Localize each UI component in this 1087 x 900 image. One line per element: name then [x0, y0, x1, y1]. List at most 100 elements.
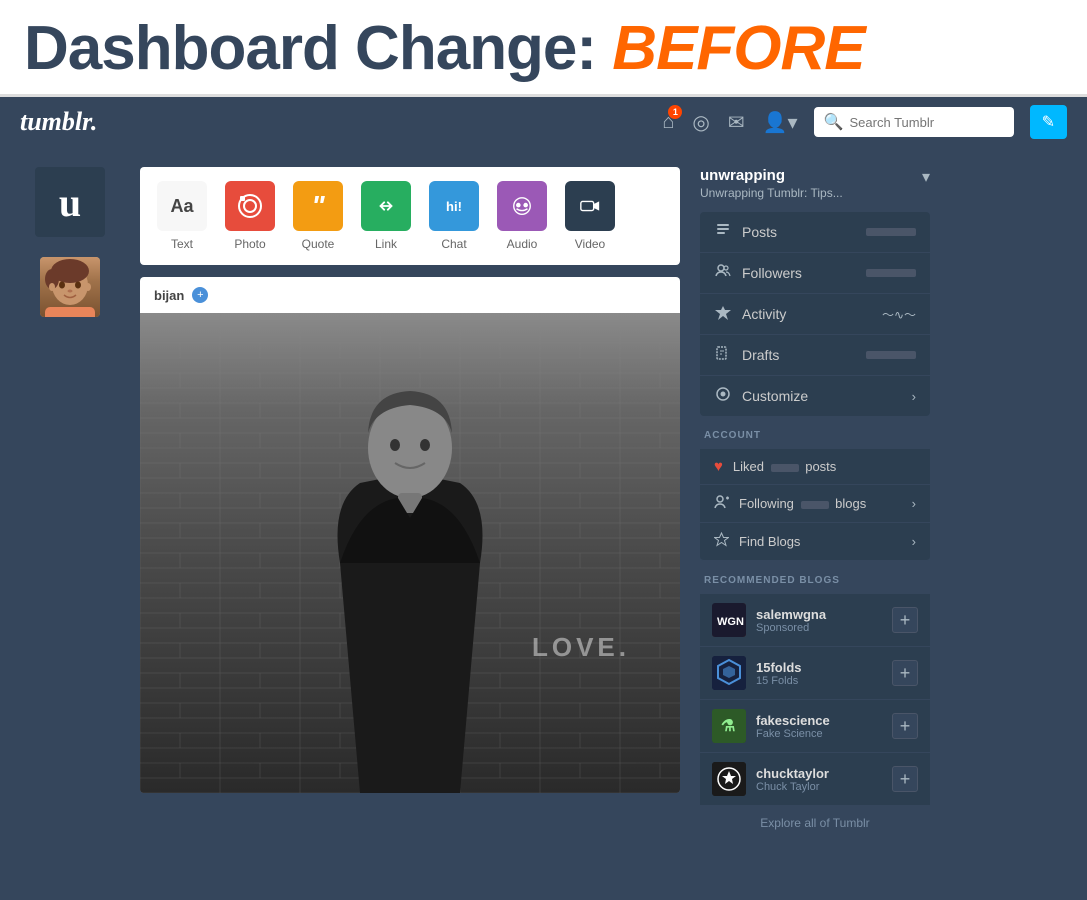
- photo-icon: [225, 181, 275, 231]
- photo-label: Photo: [234, 237, 265, 251]
- post-type-quote[interactable]: " Quote: [292, 181, 344, 251]
- posts-icon: [714, 222, 732, 242]
- feed-area: Aa Text Photo " Quote Link hi!: [140, 167, 680, 830]
- followers-count-bar: [866, 269, 916, 277]
- activity-label: Activity: [742, 306, 872, 322]
- tumblr-logo: tumblr.: [20, 107, 97, 137]
- left-sidebar: u: [20, 167, 120, 830]
- account-section: ACCOUNT ♥ Liked posts Following blogs ›: [700, 430, 930, 561]
- svg-text:⚗: ⚗: [721, 718, 735, 735]
- followers-icon: [714, 263, 732, 283]
- post-type-photo[interactable]: Photo: [224, 181, 276, 251]
- post-type-chat[interactable]: hi! Chat: [428, 181, 480, 251]
- recommended-label: RECOMMENDED BLOGS: [700, 575, 930, 586]
- following-count: [801, 501, 829, 509]
- audio-label: Audio: [507, 237, 538, 251]
- blog-selector-chevron[interactable]: ▾: [922, 167, 930, 187]
- post-image: LOVE.: [140, 313, 680, 793]
- post-type-text[interactable]: Aa Text: [156, 181, 208, 251]
- following-chevron: ›: [912, 496, 916, 511]
- salem-avatar: WGN: [712, 603, 746, 637]
- customize-icon: [714, 386, 732, 406]
- account-item-following[interactable]: Following blogs ›: [700, 485, 930, 523]
- post-username: bijan: [154, 288, 184, 303]
- salem-info: salemwgna Sponsored: [756, 607, 882, 634]
- sidebar-item-activity[interactable]: Activity 〜∿〜: [700, 294, 930, 335]
- account-item-liked[interactable]: ♥ Liked posts: [700, 449, 930, 485]
- search-icon: 🔍: [824, 112, 844, 132]
- sidebar-item-customize[interactable]: Customize ›: [700, 376, 930, 416]
- love-text: LOVE.: [532, 632, 630, 663]
- chuck-follow-button[interactable]: +: [892, 766, 918, 792]
- link-label: Link: [375, 237, 397, 251]
- link-icon: [361, 181, 411, 231]
- heart-icon: ♥: [714, 458, 723, 475]
- home-icon[interactable]: ⌂: [662, 111, 674, 134]
- salem-sub: Sponsored: [756, 622, 882, 634]
- search-bar[interactable]: 🔍: [814, 107, 1014, 137]
- post-type-video[interactable]: Video: [564, 181, 616, 251]
- explore-icon[interactable]: ◎: [692, 110, 709, 135]
- drafts-count-bar: [866, 351, 916, 359]
- followers-label: Followers: [742, 265, 856, 281]
- banner: Dashboard Change: BEFORE: [0, 0, 1087, 97]
- drafts-icon: [714, 345, 732, 365]
- quote-icon: ": [293, 181, 343, 231]
- chuck-name: chucktaylor: [756, 766, 882, 781]
- sidebar-item-posts[interactable]: Posts: [700, 212, 930, 253]
- sidebar-item-drafts[interactable]: Drafts: [700, 335, 930, 376]
- audio-icon: [497, 181, 547, 231]
- fakescience-sub: Fake Science: [756, 728, 882, 740]
- user-avatar-image: [40, 257, 100, 317]
- navbar-icons: ⌂ ◎ ✉ 👤▾: [662, 110, 797, 135]
- fakescience-name: fakescience: [756, 713, 882, 728]
- following-icon: [714, 494, 729, 513]
- sidebar-blog-sub: Unwrapping Tumblr: Tips...: [700, 186, 843, 200]
- main-content: u: [0, 147, 1087, 850]
- banner-title-highlight: BEFORE: [612, 14, 864, 83]
- post-follow-button[interactable]: +: [192, 287, 208, 303]
- account-item-find-blogs[interactable]: Find Blogs ›: [700, 523, 930, 561]
- fakescience-follow-button[interactable]: +: [892, 713, 918, 739]
- banner-title-main: Dashboard Change:: [24, 14, 596, 83]
- mail-icon[interactable]: ✉: [728, 110, 745, 135]
- recommended-section: RECOMMENDED BLOGS WGN salemwgna Sponsore…: [700, 575, 930, 830]
- quote-label: Quote: [302, 237, 335, 251]
- rec-blog-fakescience: ⚗ fakescience Fake Science +: [700, 700, 930, 753]
- find-blogs-icon: [714, 532, 729, 551]
- customize-chevron: ›: [912, 389, 916, 404]
- account-icon[interactable]: 👤▾: [763, 110, 798, 135]
- salem-name: salemwgna: [756, 607, 882, 622]
- rec-blog-15folds: 15folds 15 Folds +: [700, 647, 930, 700]
- post-type-audio[interactable]: Audio: [496, 181, 548, 251]
- 15folds-name: 15folds: [756, 660, 882, 675]
- 15folds-follow-button[interactable]: +: [892, 660, 918, 686]
- video-icon: [565, 181, 615, 231]
- activity-wave: 〜∿〜: [882, 306, 916, 323]
- posts-label: Posts: [742, 224, 856, 240]
- salem-follow-button[interactable]: +: [892, 607, 918, 633]
- chat-icon: hi!: [429, 181, 479, 231]
- find-blogs-text: Find Blogs: [739, 534, 902, 549]
- 15folds-avatar: [712, 656, 746, 690]
- sidebar-blog-header: unwrapping Unwrapping Tumblr: Tips... ▾: [700, 167, 930, 200]
- explore-all-link[interactable]: Explore all of Tumblr: [700, 816, 930, 830]
- activity-icon: [714, 304, 732, 324]
- find-blogs-chevron: ›: [912, 534, 916, 549]
- edit-button[interactable]: ✎: [1030, 105, 1067, 139]
- chuck-avatar: [712, 762, 746, 796]
- search-input[interactable]: [850, 115, 1004, 130]
- sidebar-nav-card: Posts Followers Activity 〜∿〜: [700, 212, 930, 416]
- chuck-info: chucktaylor Chuck Taylor: [756, 766, 882, 793]
- chuck-sub: Chuck Taylor: [756, 781, 882, 793]
- post-create-bar: Aa Text Photo " Quote Link hi!: [140, 167, 680, 265]
- 15folds-info: 15folds 15 Folds: [756, 660, 882, 687]
- blog-avatar-u: u: [35, 167, 105, 237]
- post-type-link[interactable]: Link: [360, 181, 412, 251]
- banner-title: Dashboard Change: BEFORE: [24, 18, 1063, 80]
- sidebar-blog-name: unwrapping: [700, 167, 843, 184]
- posts-count-bar: [866, 228, 916, 236]
- sidebar-item-followers[interactable]: Followers: [700, 253, 930, 294]
- video-label: Video: [575, 237, 605, 251]
- drafts-label: Drafts: [742, 347, 856, 363]
